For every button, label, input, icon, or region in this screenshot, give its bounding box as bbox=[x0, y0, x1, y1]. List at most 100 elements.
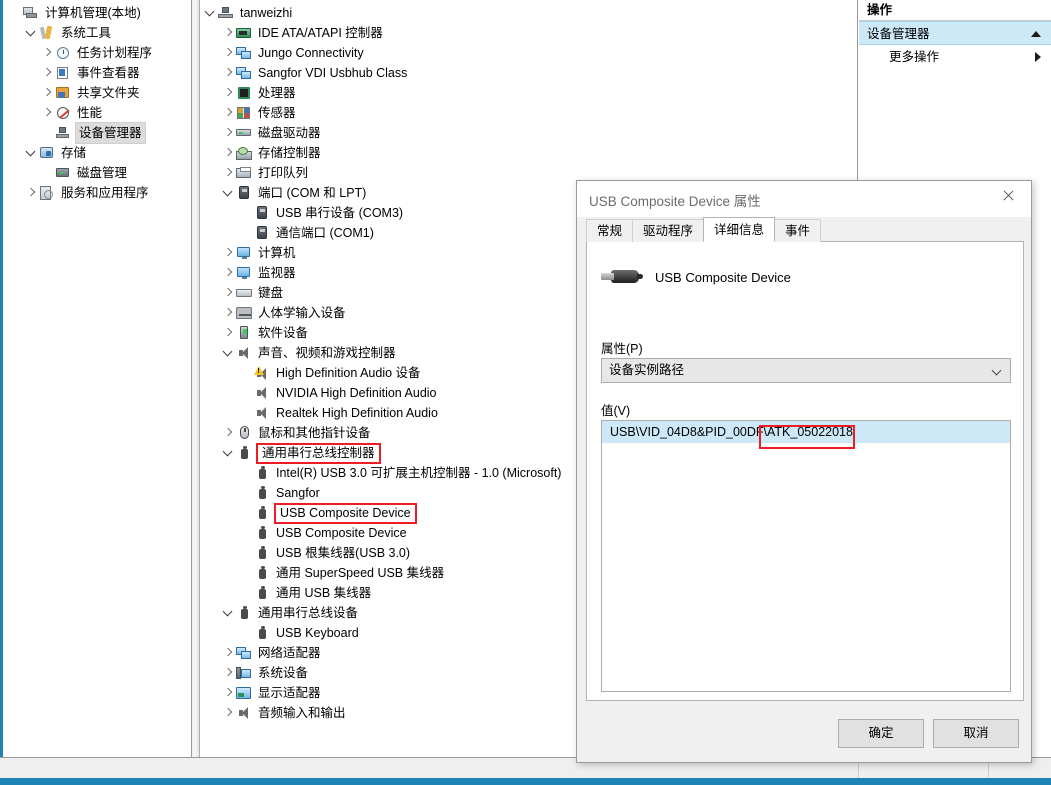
tab-常规[interactable]: 常规 bbox=[586, 219, 634, 242]
device-item-label: 系统设备 bbox=[258, 666, 309, 680]
device-item-label: 软件设备 bbox=[258, 326, 309, 340]
chevron-right-icon[interactable] bbox=[220, 643, 236, 663]
device-item-label: 计算机 bbox=[258, 246, 296, 260]
chevron-up-icon[interactable] bbox=[1031, 31, 1041, 37]
chevron-right-icon[interactable] bbox=[39, 83, 55, 103]
chevron-down-icon[interactable] bbox=[23, 23, 39, 43]
device-item-label: 鼠标和其他指针设备 bbox=[258, 426, 371, 440]
property-select[interactable]: 设备实例路径 bbox=[601, 358, 1011, 383]
action-device-manager[interactable]: 设备管理器 bbox=[859, 21, 1051, 45]
device-item-传感器[interactable]: 传感器 bbox=[200, 103, 857, 123]
device-item-label: High Definition Audio 设备 bbox=[276, 366, 421, 380]
chevron-right-icon[interactable] bbox=[220, 163, 236, 183]
usb-icon bbox=[254, 545, 272, 561]
action-more-actions-label: 更多操作 bbox=[889, 50, 940, 64]
network-class-icon bbox=[236, 65, 254, 81]
chevron-right-icon[interactable] bbox=[220, 83, 236, 103]
sidebar-item-label: 事件查看器 bbox=[77, 66, 140, 80]
sidebar-item-计算机管理-本地[interactable]: 计算机管理(本地) bbox=[3, 3, 191, 23]
chevron-right-icon[interactable] bbox=[39, 43, 55, 63]
chevron-right-icon[interactable] bbox=[220, 283, 236, 303]
chevron-down-icon[interactable] bbox=[991, 365, 1002, 376]
sidebar-item-事件查看器[interactable]: 事件查看器 bbox=[3, 63, 191, 83]
dialog-tabstrip[interactable]: 常规 驱动程序 详细信息 事件 bbox=[586, 217, 822, 242]
device-item-label: USB Keyboard bbox=[276, 626, 359, 640]
device-item-处理器[interactable]: 处理器 bbox=[200, 83, 857, 103]
chevron-right-icon[interactable] bbox=[220, 243, 236, 263]
chevron-right-icon[interactable] bbox=[220, 683, 236, 703]
cancel-button[interactable]: 取消 bbox=[933, 719, 1019, 748]
chevron-down-icon[interactable] bbox=[220, 183, 236, 203]
taskbar-strip bbox=[0, 778, 1051, 785]
device-item-磁盘驱动器[interactable]: 磁盘驱动器 bbox=[200, 123, 857, 143]
sidebar-item-存储[interactable]: 存储 bbox=[3, 143, 191, 163]
pane-splitter[interactable] bbox=[192, 0, 200, 757]
tab-事件[interactable]: 事件 bbox=[774, 219, 822, 242]
chevron-right-icon[interactable] bbox=[220, 123, 236, 143]
device-item-label: 人体学输入设备 bbox=[258, 306, 346, 320]
ok-button[interactable]: 确定 bbox=[838, 719, 924, 748]
disk-drive-icon bbox=[236, 125, 254, 141]
sidebar-item-设备管理器[interactable]: 设备管理器 bbox=[3, 122, 191, 144]
chevron-right-icon[interactable] bbox=[220, 703, 236, 723]
chevron-right-icon[interactable] bbox=[220, 323, 236, 343]
device-item-label: USB 根集线器(USB 3.0) bbox=[276, 546, 411, 560]
device-item-ide-ata-atapi-控制器[interactable]: IDE ATA/ATAPI 控制器 bbox=[200, 23, 857, 43]
chevron-down-icon[interactable] bbox=[202, 3, 218, 23]
chevron-down-icon[interactable] bbox=[220, 443, 236, 463]
device-item-label: NVIDIA High Definition Audio bbox=[276, 386, 437, 400]
chevron-down-icon[interactable] bbox=[23, 143, 39, 163]
dialog-title-bar[interactable]: USB Composite Device 属性 bbox=[577, 181, 1031, 217]
action-more-actions[interactable]: 更多操作 bbox=[859, 45, 1051, 69]
sidebar-item-任务计划程序[interactable]: 任务计划程序 bbox=[3, 43, 191, 63]
device-item-label: Jungo Connectivity bbox=[258, 46, 364, 60]
chevron-right-icon[interactable] bbox=[220, 43, 236, 63]
sidebar-item-label: 任务计划程序 bbox=[77, 46, 153, 60]
close-icon[interactable] bbox=[986, 181, 1031, 211]
port-icon bbox=[254, 225, 272, 241]
usb-icon bbox=[254, 465, 272, 481]
sidebar-item-系统工具[interactable]: 系统工具 bbox=[3, 23, 191, 43]
chevron-right-icon[interactable] bbox=[23, 183, 39, 203]
chevron-right-icon[interactable] bbox=[220, 143, 236, 163]
sidebar-item-磁盘管理[interactable]: 磁盘管理 bbox=[3, 163, 191, 183]
sidebar-item-性能[interactable]: 性能 bbox=[3, 103, 191, 123]
chevron-right-icon[interactable] bbox=[220, 303, 236, 323]
console-tree-pane[interactable]: 计算机管理(本地) 系统工具任务计划程序 事件查看器共享文件夹性能设备管理器 存储 磁盘… bbox=[3, 0, 192, 757]
chevron-right-icon[interactable] bbox=[220, 103, 236, 123]
chevron-down-icon[interactable] bbox=[220, 603, 236, 623]
chevron-right-icon[interactable] bbox=[39, 103, 55, 123]
device-item-label: 键盘 bbox=[258, 286, 284, 300]
device-manager-icon bbox=[55, 125, 73, 141]
chevron-right-icon[interactable] bbox=[1035, 52, 1041, 62]
chevron-right-icon[interactable] bbox=[220, 663, 236, 683]
device-item-tanweizhi[interactable]: tanweizhi bbox=[200, 3, 857, 23]
sidebar-item-label: 性能 bbox=[77, 106, 103, 120]
device-item-存储控制器[interactable]: 存储控制器 bbox=[200, 143, 857, 163]
device-item-label: 声音、视频和游戏控制器 bbox=[258, 346, 396, 360]
chevron-right-icon[interactable] bbox=[220, 23, 236, 43]
device-item-label: 网络适配器 bbox=[258, 646, 321, 660]
value-listbox[interactable]: USB\VID_04D8&PID_00DF\ATK_05022018 bbox=[601, 420, 1011, 692]
highlight-box: 通用串行总线控制器 bbox=[256, 443, 381, 464]
sidebar-item-服务和应用程序[interactable]: 服务和应用程序 bbox=[3, 183, 191, 203]
device-item-label: 打印队列 bbox=[258, 166, 309, 180]
sidebar-item-共享文件夹[interactable]: 共享文件夹 bbox=[3, 83, 191, 103]
chevron-right-icon[interactable] bbox=[39, 63, 55, 83]
chevron-right-icon[interactable] bbox=[220, 423, 236, 443]
device-item-jungo-connectivity[interactable]: Jungo Connectivity bbox=[200, 43, 857, 63]
chevron-down-icon[interactable] bbox=[220, 343, 236, 363]
computer-management-icon bbox=[23, 5, 41, 21]
device-item-sangfor-vdi-usbhub-class[interactable]: Sangfor VDI Usbhub Class bbox=[200, 63, 857, 83]
value-listbox-row[interactable]: USB\VID_04D8&PID_00DF\ATK_05022018 bbox=[602, 421, 1010, 443]
sidebar-item-label: 服务和应用程序 bbox=[61, 186, 149, 200]
tab-详细信息[interactable]: 详细信息 bbox=[703, 217, 776, 242]
device-item-label: 存储控制器 bbox=[258, 146, 321, 160]
tab-驱动程序[interactable]: 驱动程序 bbox=[632, 219, 705, 242]
device-properties-dialog: USB Composite Device 属性 常规 驱动程序 详细信息 事件 USB… bbox=[576, 180, 1032, 763]
chevron-right-icon[interactable] bbox=[220, 263, 236, 283]
chevron-right-icon[interactable] bbox=[220, 63, 236, 83]
